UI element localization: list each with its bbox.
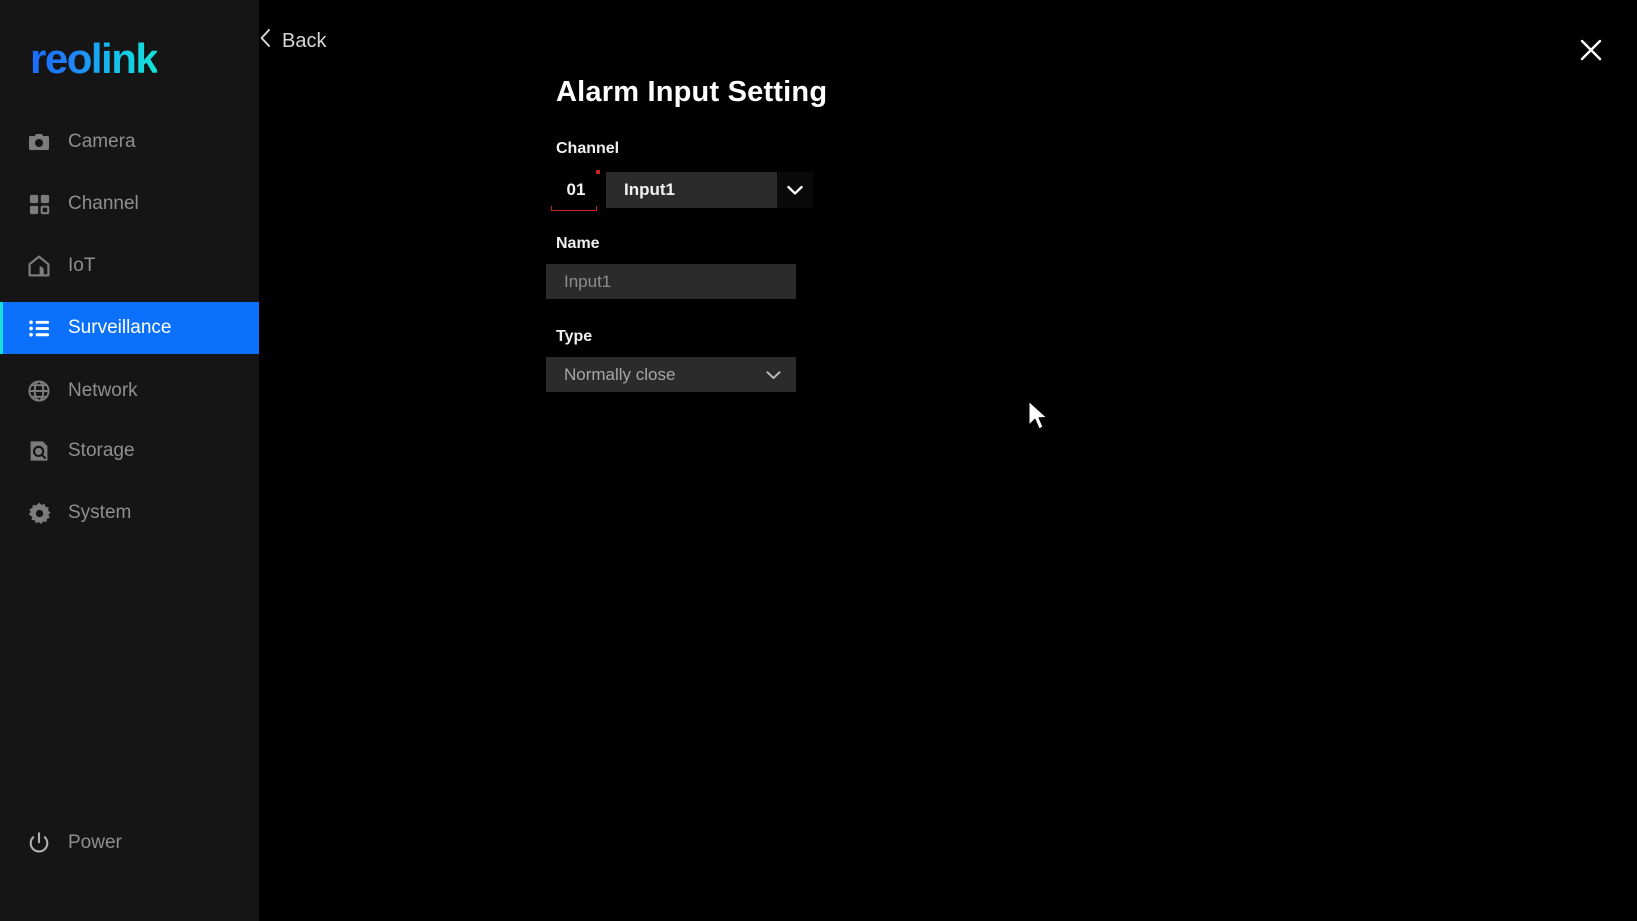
sidebar-item-label: Surveillance (68, 317, 172, 338)
reolink-logo: reolink (30, 35, 159, 82)
back-button[interactable]: Back (259, 28, 326, 54)
name-label: Name (556, 235, 600, 252)
power-button[interactable]: Power (0, 821, 259, 865)
sidebar-item-label: System (68, 502, 132, 523)
sidebar-item-storage[interactable]: Storage (0, 425, 259, 477)
type-label: Type (556, 328, 593, 345)
channel-number-value: 01 (566, 180, 586, 199)
channel-number[interactable]: 01 (546, 170, 606, 211)
channel-field-row: 01 Input1 (546, 170, 813, 211)
channel-select-value: Input1 (624, 180, 675, 199)
type-select[interactable]: Normally close (546, 357, 796, 392)
sidebar-item-channel[interactable]: Channel (0, 178, 259, 230)
channel-underline-marker (551, 206, 597, 211)
chevron-left-icon (259, 28, 272, 54)
gear-icon (26, 500, 52, 526)
app-window: reolink Camera Channel IoT Surveillance … (0, 0, 1637, 921)
chevron-down-icon[interactable] (765, 369, 782, 380)
sidebar-item-label: Camera (68, 131, 136, 152)
sidebar-item-surveillance[interactable]: Surveillance (0, 302, 259, 354)
power-label: Power (68, 832, 122, 853)
sidebar-item-system[interactable]: System (0, 487, 259, 539)
sidebar-item-label: Storage (68, 440, 135, 461)
page-title: Alarm Input Setting (556, 76, 828, 108)
main-content: Back Alarm Input Setting Channel 01 Inpu… (259, 0, 1637, 921)
name-input[interactable] (546, 264, 796, 299)
sidebar: reolink Camera Channel IoT Surveillance … (0, 0, 259, 921)
close-icon (1578, 37, 1604, 68)
sidebar-item-iot[interactable]: IoT (0, 240, 259, 292)
grid-icon (26, 191, 52, 217)
sidebar-item-network[interactable]: Network (0, 365, 259, 417)
channel-label: Channel (556, 140, 620, 157)
sidebar-item-label: Network (68, 380, 138, 401)
type-select-value: Normally close (564, 364, 676, 384)
sidebar-item-camera[interactable]: Camera (0, 116, 259, 168)
channel-marker-dot (596, 170, 600, 174)
sidebar-item-label: Channel (68, 193, 139, 214)
globe-icon (26, 378, 52, 404)
power-icon (26, 830, 52, 856)
camera-icon (26, 129, 52, 155)
list-icon (26, 315, 52, 341)
chevron-down-icon[interactable] (777, 172, 813, 208)
close-button[interactable] (1572, 33, 1610, 71)
harddrive-icon (26, 438, 52, 464)
channel-select[interactable]: Input1 (606, 172, 813, 208)
sidebar-item-label: IoT (68, 255, 96, 276)
back-label: Back (282, 29, 327, 52)
home-icon (26, 253, 52, 279)
